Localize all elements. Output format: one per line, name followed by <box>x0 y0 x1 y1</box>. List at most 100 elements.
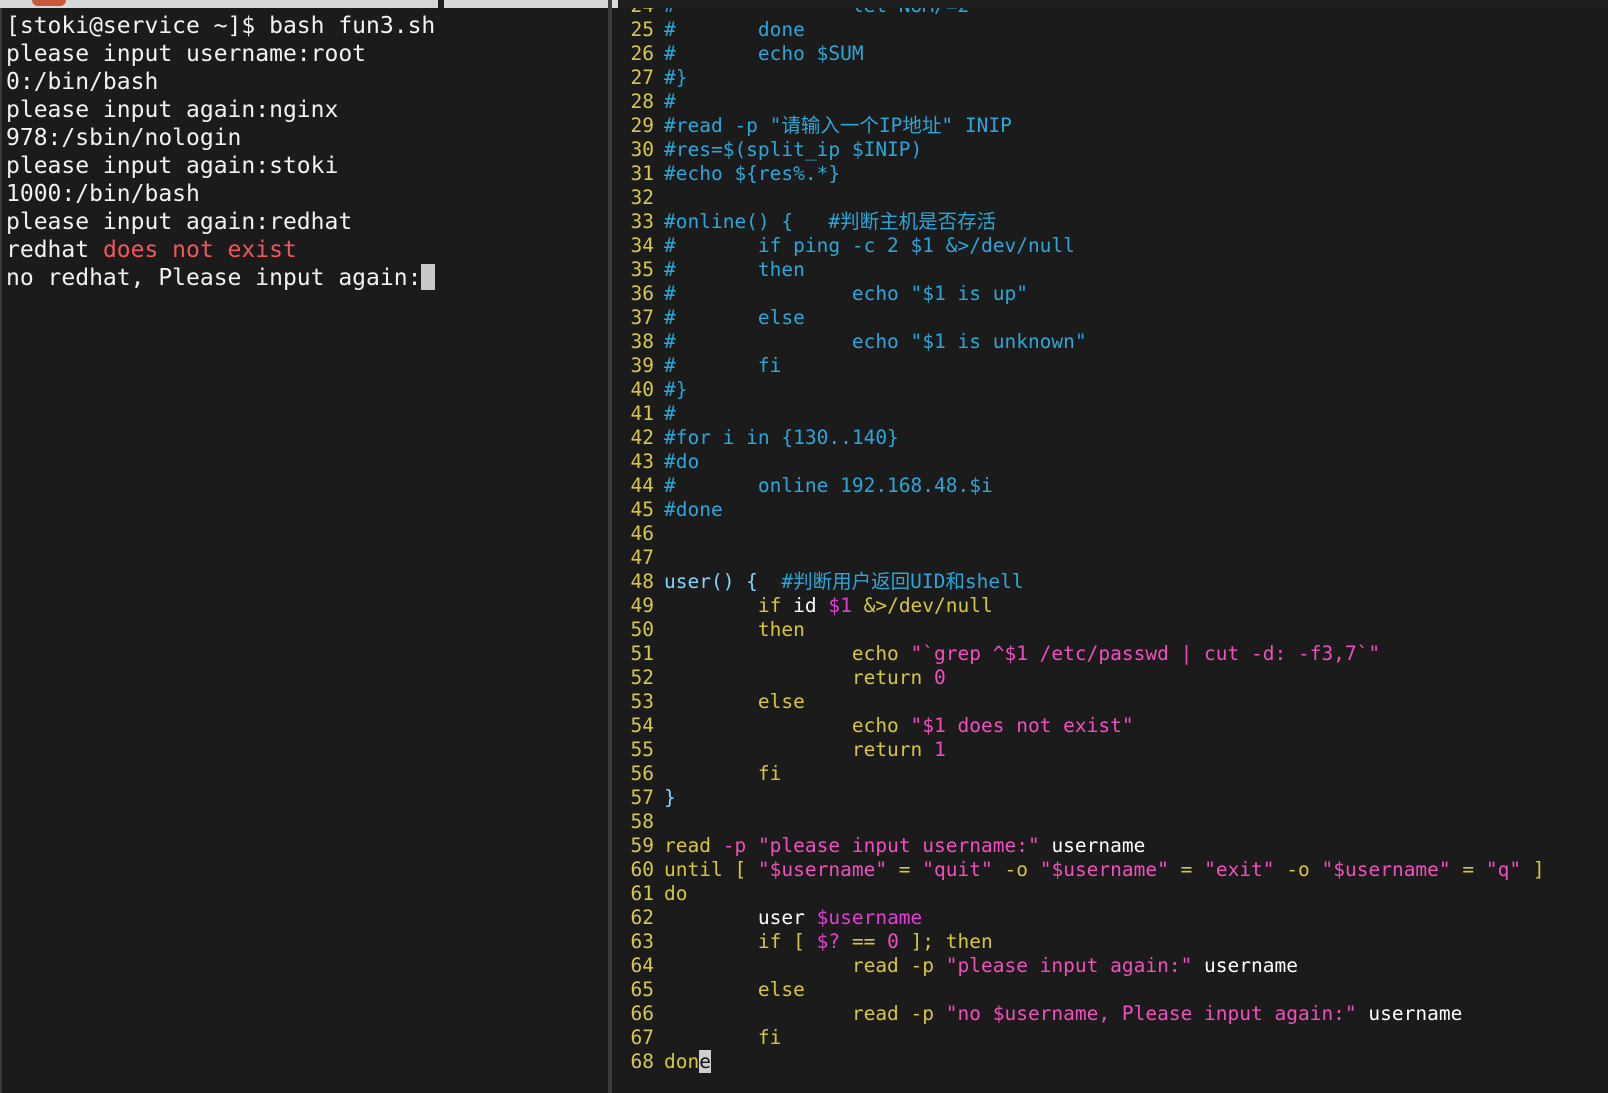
code-line: 62 user $username <box>612 906 1545 930</box>
code-number: 1 <box>934 738 946 761</box>
code-keyword: do <box>664 882 688 905</box>
code-line: 67 fi <box>612 1026 1545 1050</box>
code-line: 44 # online 192.168.48.$i <box>612 474 1545 498</box>
terminal-output: [stoki@service ~]$ bash fun3.sh please i… <box>2 8 608 292</box>
code-line: 56 fi <box>612 762 1545 786</box>
code-keyword: return <box>664 666 935 689</box>
editor-cursor: e <box>699 1050 711 1073</box>
code-keyword: don <box>664 1050 700 1073</box>
code-text: username <box>1039 834 1146 857</box>
code-text: -o <box>992 858 1040 881</box>
code-line: 33 #online() { #判断主机是否存活 <box>612 210 1545 234</box>
code-text: # done <box>664 18 805 41</box>
line-number: 27 <box>630 66 654 89</box>
code-line: 57} <box>612 786 1545 810</box>
code-keyword: return <box>664 738 935 761</box>
code-text: #} <box>664 378 688 401</box>
code-keyword: if [ <box>664 930 817 953</box>
line-number: 26 <box>630 42 654 65</box>
line-number: 66 <box>630 1002 654 1025</box>
line-number: 25 <box>630 18 654 41</box>
code-text: #for i in {130..140} <box>664 426 899 449</box>
code-text: ] <box>1521 858 1545 881</box>
line-number: 53 <box>630 690 654 713</box>
line-number: 61 <box>630 882 654 905</box>
line-number: 60 <box>630 858 654 881</box>
terminal-pane[interactable]: [stoki@service ~]$ bash fun3.sh please i… <box>0 8 608 1093</box>
code-text: user <box>664 906 817 929</box>
code-text: #do <box>664 450 700 473</box>
line-number: 39 <box>630 354 654 377</box>
code-line: 55 return 1 <box>612 738 1545 762</box>
code-text: #res=$(split_ip $INIP) <box>664 138 923 161</box>
line-number: 57 <box>630 786 654 809</box>
line-number: 58 <box>630 810 654 833</box>
code-line: 37 # else <box>612 306 1545 330</box>
line-number: 28 <box>630 90 654 113</box>
code-text: # if ping -c 2 $1 &>/dev/null <box>664 234 1075 257</box>
editor-pane[interactable]: 24 # let NUM/=2 25 # done 26 # echo $SUM 27… <box>612 8 1608 1093</box>
code-text: id <box>781 594 829 617</box>
line-number: 67 <box>630 1026 654 1049</box>
code-line: 48 user() { #判断用户返回UID和shell <box>612 570 1545 594</box>
code-option: -p <box>722 834 758 857</box>
code-variable: $username <box>816 906 923 929</box>
code-line: 35 # then <box>612 258 1545 282</box>
code-line: 45 #done <box>612 498 1545 522</box>
code-line: 24 # let NUM/=2 <box>612 8 1545 18</box>
line-number: 36 <box>630 282 654 305</box>
code-text: == <box>840 930 888 953</box>
code-text: #online() { #判断主机是否存活 <box>664 210 997 233</box>
code-line: 36 # echo "$1 is up" <box>612 282 1545 306</box>
code-text: # then <box>664 258 805 281</box>
line-number: 41 <box>630 402 654 425</box>
code-line: 46 <box>612 522 1545 546</box>
code-text: # echo $SUM <box>664 42 864 65</box>
line-number: 34 <box>630 234 654 257</box>
code-string: "exit" <box>1204 858 1275 881</box>
code-line: 68 done <box>612 1050 1545 1074</box>
line-number: 29 <box>630 114 654 137</box>
line-number: 64 <box>630 954 654 977</box>
code-line: 42 #for i in {130..140} <box>612 426 1545 450</box>
code-text: username <box>1192 954 1298 977</box>
code-line: 41 # <box>612 402 1545 426</box>
line-number: 44 <box>630 474 654 497</box>
terminal-line: 978:/sbin/nologin <box>6 125 242 151</box>
line-number: 43 <box>630 450 654 473</box>
code-string: "$username" <box>757 858 888 881</box>
code-line: 31 #echo ${res%.*} <box>612 162 1545 186</box>
terminal-line: 0:/bin/bash <box>6 69 159 95</box>
code-line: 58 <box>612 810 1545 834</box>
code-view: 24 # let NUM/=2 25 # done 26 # echo $SUM 27… <box>612 8 1545 1074</box>
code-string: "$username" <box>1321 858 1451 881</box>
line-number: 51 <box>630 642 654 665</box>
code-text: # echo "$1 is unknown" <box>664 330 1087 353</box>
code-keyword: echo <box>664 714 911 737</box>
code-line: 61 do <box>612 882 1545 906</box>
code-string: "$1 does not exist" <box>910 714 1134 737</box>
code-line: 27 #} <box>612 66 1545 90</box>
code-string: "no $username, Please input again:" <box>945 1002 1357 1025</box>
terminal-prompt-line[interactable]: no redhat, Please input again: <box>6 264 608 292</box>
terminal-line: please input username:root <box>6 41 367 67</box>
code-keyword: ]; then <box>898 930 993 953</box>
code-text: = <box>887 858 923 881</box>
code-text: # <box>664 90 676 113</box>
line-number: 47 <box>630 546 654 569</box>
code-keyword: then <box>664 618 805 641</box>
line-number: 49 <box>630 594 654 617</box>
line-number: 50 <box>630 618 654 641</box>
code-line: 60 until [ "$username" = "quit" -o "$user… <box>612 858 1545 882</box>
code-line: 32 <box>612 186 1545 210</box>
line-number: 30 <box>630 138 654 161</box>
app-icon <box>32 0 66 6</box>
secondary-tab[interactable] <box>438 0 618 8</box>
code-variable: $1 <box>828 594 852 617</box>
code-line: 25 # done <box>612 18 1545 42</box>
line-number: 48 <box>630 570 654 593</box>
code-line: 66 read -p "no $username, Please input a… <box>612 1002 1545 1026</box>
line-number: 40 <box>630 378 654 401</box>
line-number: 54 <box>630 714 654 737</box>
code-number: 0 <box>934 666 946 689</box>
